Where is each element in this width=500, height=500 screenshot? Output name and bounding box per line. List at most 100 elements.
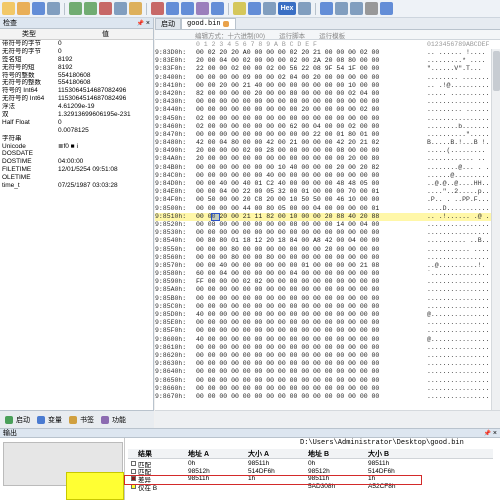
compare-col-header[interactable]: 结果 xyxy=(138,449,188,459)
cut-icon[interactable] xyxy=(99,2,112,15)
inspector-row[interactable]: 浮法 4.61209e-19 xyxy=(0,103,153,111)
row-bytes[interactable]: FF 00 00 00 02 02 00 00 00 00 00 00 00 0… xyxy=(196,278,379,286)
hex-row[interactable]: 9:8500h: 00 00 00 00 44 00 80 05 00 00 04… xyxy=(155,205,491,213)
scroll-thumb[interactable] xyxy=(493,51,500,91)
compare-col-header[interactable]: 地址 A xyxy=(188,449,248,459)
row-ascii[interactable]: .........* .... xyxy=(427,57,486,65)
find-icon[interactable] xyxy=(166,2,179,15)
row-bytes[interactable]: 00 08 00 00 00 00 00 00 08 00 00 00 14 0… xyxy=(196,221,379,229)
row-ascii[interactable]: ................ xyxy=(427,360,489,368)
row-bytes[interactable]: 00 80 80 01 18 12 20 18 84 00 A8 42 00 0… xyxy=(196,237,379,245)
hex-row[interactable]: 9:8540h: 00 80 80 01 18 12 20 18 84 00 A8… xyxy=(155,237,491,245)
inspector-row[interactable]: time_t 07/25/1987 03:03:28 xyxy=(0,182,153,190)
row-bytes[interactable]: 60 00 04 00 00 00 00 00 04 00 00 00 00 0… xyxy=(196,270,379,278)
compare-icon[interactable] xyxy=(248,2,261,15)
copy-icon[interactable] xyxy=(114,2,127,15)
row-ascii[interactable]: ..@.@..@....HH.. xyxy=(427,180,489,188)
row-bytes[interactable]: 00 00 04 00 22 00 05 32 00 01 00 00 00 7… xyxy=(196,188,379,196)
row-ascii[interactable]: ...."..2.....p.. xyxy=(427,188,489,196)
pin-icon[interactable]: 📌 xyxy=(136,21,143,27)
hex-row[interactable]: 9:8550h: 00 00 00 80 00 00 00 00 00 00 00… xyxy=(155,246,491,254)
hex-row[interactable]: 9:8470h: 00 00 00 00 00 00 00 00 00 00 22… xyxy=(155,131,491,139)
hex-view[interactable]: 9:83D0h: 00 02 20 20 A0 00 00 00 02 20 21… xyxy=(155,49,491,410)
inspector-row[interactable]: DOSTIME 04:00:00 xyxy=(0,158,153,166)
hex-row[interactable]: 9:8630h: 00 00 00 00 00 00 00 00 00 00 00… xyxy=(155,360,491,368)
paste-icon[interactable] xyxy=(129,2,142,15)
hex-row[interactable]: 9:84F0h: 00 50 00 00 20 C8 20 00 10 50 50… xyxy=(155,196,491,204)
new-file-icon[interactable] xyxy=(2,2,15,15)
hex-row[interactable]: 9:8650h: 00 00 00 00 00 00 00 00 00 00 00… xyxy=(155,377,491,385)
row-bytes[interactable]: 00 00 00 00 00 00 00 00 00 20 00 00 00 0… xyxy=(196,106,379,114)
row-ascii[interactable]: ........@... . . xyxy=(427,164,489,172)
inspector-row[interactable]: 无符号的 Int64 1153064514687082496 xyxy=(0,95,153,103)
tab-start[interactable]: 启动 xyxy=(155,18,181,29)
row-ascii[interactable]: ....D........... xyxy=(427,205,489,213)
inspector-row[interactable]: DOSDATE xyxy=(0,150,153,158)
row-ascii[interactable]: ............ .. xyxy=(427,155,486,163)
inspector-row[interactable]: FILETIME 12/01/5254 09:51:08 xyxy=(0,166,153,174)
hex-row[interactable]: 9:8520h: 00 08 00 00 00 00 00 00 08 00 00… xyxy=(155,221,491,229)
row-bytes[interactable]: 00 00 00 80 00 00 80 00 00 00 00 00 00 0… xyxy=(196,254,379,262)
row-bytes[interactable]: 02 00 00 00 00 00 00 00 00 00 00 00 00 0… xyxy=(196,115,379,123)
row-ascii[interactable]: ................ xyxy=(427,98,489,106)
row-bytes[interactable]: 00 00 20 00 21 11 82 00 10 00 00 20 88 4… xyxy=(196,213,379,221)
row-ascii[interactable]: .. ...... !.... xyxy=(427,49,486,57)
hex-row[interactable]: 9:8600h: 40 00 00 00 00 00 00 00 00 00 00… xyxy=(155,336,491,344)
inspector-row[interactable]: 无符号的整数 554180608 xyxy=(0,79,153,87)
hex-row[interactable]: 9:8530h: 00 00 00 00 00 00 00 00 00 00 00… xyxy=(155,229,491,237)
row-bytes[interactable]: 00 00 00 00 00 00 00 00 00 00 00 00 00 0… xyxy=(196,327,379,335)
hex-row[interactable]: 9:85D0h: 40 00 00 00 00 00 00 00 00 00 00… xyxy=(155,311,491,319)
inspector-tab-3[interactable]: 功能 xyxy=(100,415,126,425)
hex-row[interactable]: 9:84A0h: 20 00 00 00 00 00 00 00 00 00 00… xyxy=(155,155,491,163)
inspector-row[interactable]: 签名短 8192 xyxy=(0,56,153,64)
inspector-row[interactable]: 符号的整数 554180608 xyxy=(0,72,153,80)
hex-row[interactable]: 9:85C0h: 00 00 00 00 00 00 00 00 00 00 00… xyxy=(155,303,491,311)
row-ascii[interactable]: ..... .......... xyxy=(427,90,489,98)
row-ascii[interactable]: "......V".T... xyxy=(427,65,482,73)
row-bytes[interactable]: 00 00 00 00 09 00 00 02 04 00 20 00 00 0… xyxy=(196,74,379,82)
row-ascii[interactable]: ................ xyxy=(427,385,489,393)
format-icon[interactable] xyxy=(335,2,348,15)
hex-row[interactable]: 9:8430h: 00 00 00 00 00 00 00 00 00 00 00… xyxy=(155,98,491,106)
goto-icon[interactable] xyxy=(211,2,224,15)
row-ascii[interactable]: ........ ....... xyxy=(427,74,489,82)
inspector-row[interactable]: 字符串 xyxy=(0,135,153,143)
output-close-icon[interactable]: × xyxy=(493,430,497,437)
inspector-tab-2[interactable]: 书签 xyxy=(68,415,94,425)
hex-row[interactable]: 9:84D0h: 00 00 40 00 40 01 C2 40 00 00 00… xyxy=(155,180,491,188)
inspector-row[interactable]: 0.0078125 xyxy=(0,127,153,135)
row-bytes[interactable]: 00 00 00 00 00 00 00 00 00 00 00 00 00 0… xyxy=(196,344,379,352)
inspector-row[interactable]: OLETIME xyxy=(0,174,153,182)
replace-icon[interactable] xyxy=(196,2,209,15)
row-bytes[interactable]: 00 00 00 00 00 00 00 00 00 00 00 00 00 0… xyxy=(196,303,379,311)
ascii-icon[interactable] xyxy=(320,2,333,15)
edit-mode[interactable]: 编辑方式：十六进制(00) xyxy=(195,30,265,40)
row-ascii[interactable]: .P.. . ..PP.F... xyxy=(427,196,489,204)
wrap-icon[interactable] xyxy=(350,2,363,15)
row-bytes[interactable]: 00 00 20 00 21 40 00 00 00 00 00 00 00 1… xyxy=(196,82,379,90)
hex-row[interactable]: 9:8490h: 20 00 00 00 02 00 28 00 00 00 00… xyxy=(155,147,491,155)
row-bytes[interactable]: 00 00 00 00 00 00 00 00 00 00 00 00 00 0… xyxy=(196,368,379,376)
inspector-row[interactable]: 符号的 Int64 1153064514687082496 xyxy=(0,87,153,95)
hex-row[interactable]: 9:8640h: 00 00 00 00 00 00 00 00 00 00 00… xyxy=(155,368,491,376)
row-bytes[interactable]: 00 00 40 00 40 01 C2 40 00 00 00 00 48 4… xyxy=(196,180,379,188)
row-ascii[interactable]: .. .!...... .@ . xyxy=(427,213,489,221)
row-ascii[interactable]: ................ xyxy=(427,377,489,385)
row-ascii[interactable]: ......... ...... xyxy=(427,106,489,114)
row-bytes[interactable]: 22 00 00 02 00 00 02 00 56 22 08 9F 54 1… xyxy=(196,65,379,73)
inspector-tab-1[interactable]: 变量 xyxy=(36,415,62,425)
col-value-header[interactable]: 值 xyxy=(58,29,153,39)
help-icon[interactable] xyxy=(380,2,393,15)
row-bytes[interactable]: 42 00 04 80 00 00 42 00 21 00 00 00 42 2… xyxy=(196,139,379,147)
row-ascii[interactable]: ................ xyxy=(427,393,489,401)
tab-good-bin[interactable]: good.bin xyxy=(181,18,236,29)
find-next-icon[interactable] xyxy=(181,2,194,15)
row-bytes[interactable]: 40 00 00 00 00 00 00 00 00 00 00 00 00 0… xyxy=(196,336,379,344)
run-template[interactable]: 运行模板 xyxy=(319,30,345,40)
hex-row[interactable]: 9:8580h: 60 00 04 00 00 00 00 00 04 00 00… xyxy=(155,270,491,278)
hex-row[interactable]: 9:84E0h: 00 00 04 00 22 00 05 32 00 01 00… xyxy=(155,188,491,196)
vertical-scrollbar[interactable] xyxy=(491,49,500,410)
row-bytes[interactable]: 02 00 00 00 00 00 00 00 62 00 04 00 00 0… xyxy=(196,123,379,131)
redo-icon[interactable] xyxy=(84,2,97,15)
row-ascii[interactable]: .....(......... xyxy=(427,147,486,155)
